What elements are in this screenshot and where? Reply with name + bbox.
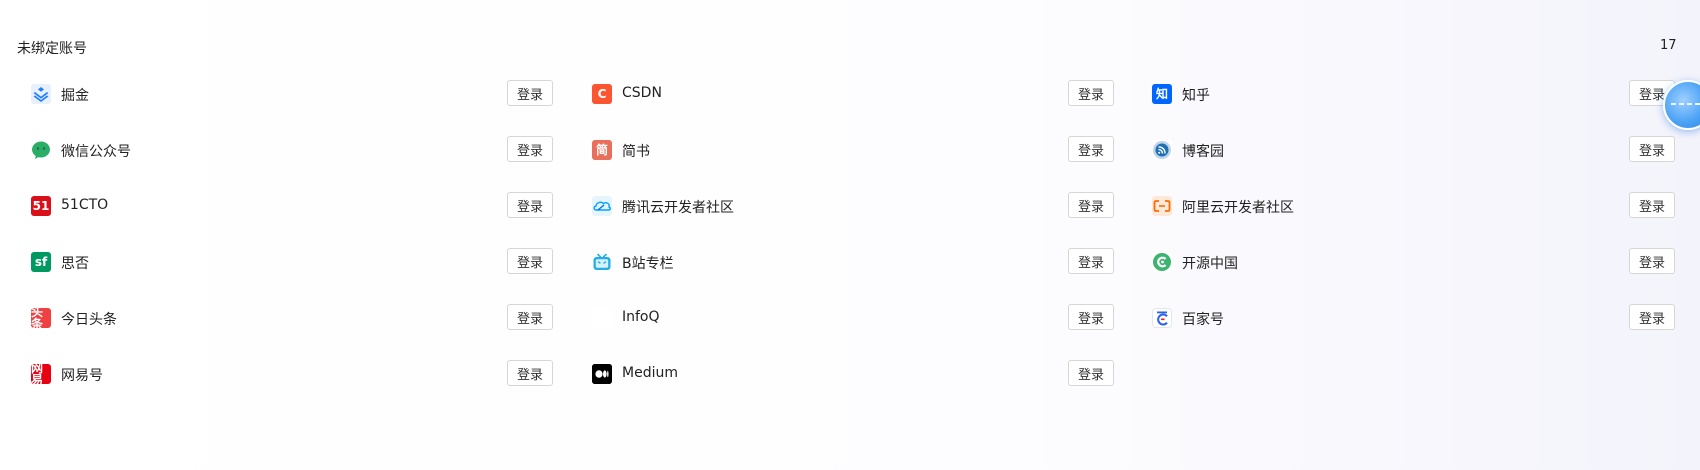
netease-icon: 网易 — [31, 364, 51, 384]
account-name: 知乎 — [1182, 88, 1210, 104]
account-row: sf 思否 登录 B站专栏 登录 开源中国 登录 — [0, 242, 1700, 282]
account-item-infoq: InfoQ InfoQ 登录 — [561, 298, 1114, 338]
account-name: 今日头条 — [61, 312, 117, 328]
login-button-toutiao[interactable]: 登录 — [507, 304, 553, 330]
login-button-51cto[interactable]: 登录 — [507, 192, 553, 218]
login-button-aliyun[interactable]: 登录 — [1629, 192, 1675, 218]
baijiahao-icon — [1152, 308, 1172, 328]
login-button-cnblogs[interactable]: 登录 — [1629, 136, 1675, 162]
csdn-icon: C — [592, 84, 612, 104]
account-name: 掘金 — [61, 88, 89, 104]
account-item-bilibili: B站专栏 登录 — [561, 242, 1114, 282]
account-name: 网易号 — [61, 368, 103, 384]
login-button-segmentfault[interactable]: 登录 — [507, 248, 553, 274]
account-row: 头条 今日头条 登录 InfoQ InfoQ 登录 百家号 — [0, 298, 1700, 338]
account-item-wechat: 微信公众号 登录 — [0, 130, 553, 170]
aliyun-icon — [1152, 196, 1172, 216]
account-row: 51 51CTO 登录 腾讯云开发者社区 登录 阿里云开发者社区 登录 — [0, 186, 1700, 226]
account-row: 微信公众号 登录 简 简书 登录 博客园 登录 — [0, 130, 1700, 170]
account-name: 开源中国 — [1182, 256, 1238, 272]
account-name: B站专栏 — [622, 256, 674, 272]
account-item-zhihu: 知 知乎 登录 — [1121, 74, 1675, 114]
account-name: 思否 — [61, 256, 89, 272]
login-button-jianshu[interactable]: 登录 — [1068, 136, 1114, 162]
section-title: 未绑定账号 — [17, 41, 87, 57]
account-item-toutiao: 头条 今日头条 登录 — [0, 298, 553, 338]
login-button-juejin[interactable]: 登录 — [507, 80, 553, 106]
account-item-oschina: 开源中国 登录 — [1121, 242, 1675, 282]
medium-icon — [592, 364, 612, 384]
login-button-tencent-cloud[interactable]: 登录 — [1068, 192, 1114, 218]
infoq-icon: InfoQ — [592, 308, 612, 328]
account-item-aliyun: 阿里云开发者社区 登录 — [1121, 186, 1675, 226]
login-button-wechat[interactable]: 登录 — [507, 136, 553, 162]
wave-icon — [1671, 103, 1700, 105]
cnblogs-icon — [1152, 140, 1172, 160]
account-item-juejin: 掘金 登录 — [0, 74, 553, 114]
account-name: 腾讯云开发者社区 — [622, 200, 734, 216]
account-item-jianshu: 简 简书 登录 — [561, 130, 1114, 170]
account-item-tencent-cloud: 腾讯云开发者社区 登录 — [561, 186, 1114, 226]
account-count: 17 — [1660, 38, 1677, 53]
51cto-icon: 51 — [31, 196, 51, 216]
unbound-accounts-section: 未绑定账号 17 掘金 登录 C CSDN 登录 知 知乎 登录 微信公众号 登… — [0, 0, 1700, 470]
account-row: 掘金 登录 C CSDN 登录 知 知乎 登录 — [0, 74, 1700, 114]
account-item-segmentfault: sf 思否 登录 — [0, 242, 553, 282]
bilibili-icon — [592, 252, 612, 272]
account-name: 简书 — [622, 144, 650, 160]
oschina-icon — [1152, 252, 1172, 272]
account-name: 51CTO — [61, 197, 109, 213]
account-item-csdn: C CSDN 登录 — [561, 74, 1114, 114]
jianshu-icon: 简 — [592, 140, 612, 160]
account-name: 阿里云开发者社区 — [1182, 200, 1294, 216]
account-name: 微信公众号 — [61, 144, 131, 160]
account-item-medium: Medium 登录 — [561, 354, 1114, 394]
login-button-bilibili[interactable]: 登录 — [1068, 248, 1114, 274]
tencent-cloud-icon — [592, 196, 612, 216]
login-button-csdn[interactable]: 登录 — [1068, 80, 1114, 106]
login-button-infoq[interactable]: 登录 — [1068, 304, 1114, 330]
account-name: Medium — [622, 365, 678, 381]
juejin-icon — [31, 84, 51, 104]
account-name: 百家号 — [1182, 312, 1224, 328]
login-button-medium[interactable]: 登录 — [1068, 360, 1114, 386]
segmentfault-icon: sf — [31, 252, 51, 272]
account-name: InfoQ — [622, 309, 660, 325]
login-button-baijiahao[interactable]: 登录 — [1629, 304, 1675, 330]
account-item-cnblogs: 博客园 登录 — [1121, 130, 1675, 170]
account-item-51cto: 51 51CTO 登录 — [0, 186, 553, 226]
login-button-netease[interactable]: 登录 — [507, 360, 553, 386]
toutiao-icon: 头条 — [31, 308, 51, 328]
account-item-netease: 网易 网易号 登录 — [0, 354, 553, 394]
login-button-oschina[interactable]: 登录 — [1629, 248, 1675, 274]
account-name: 博客园 — [1182, 144, 1224, 160]
account-name: CSDN — [622, 85, 662, 101]
account-row: 网易 网易号 登录 Medium 登录 — [0, 354, 1700, 394]
zhihu-icon: 知 — [1152, 84, 1172, 104]
wechat-icon — [31, 140, 51, 160]
account-item-baijiahao: 百家号 登录 — [1121, 298, 1675, 338]
